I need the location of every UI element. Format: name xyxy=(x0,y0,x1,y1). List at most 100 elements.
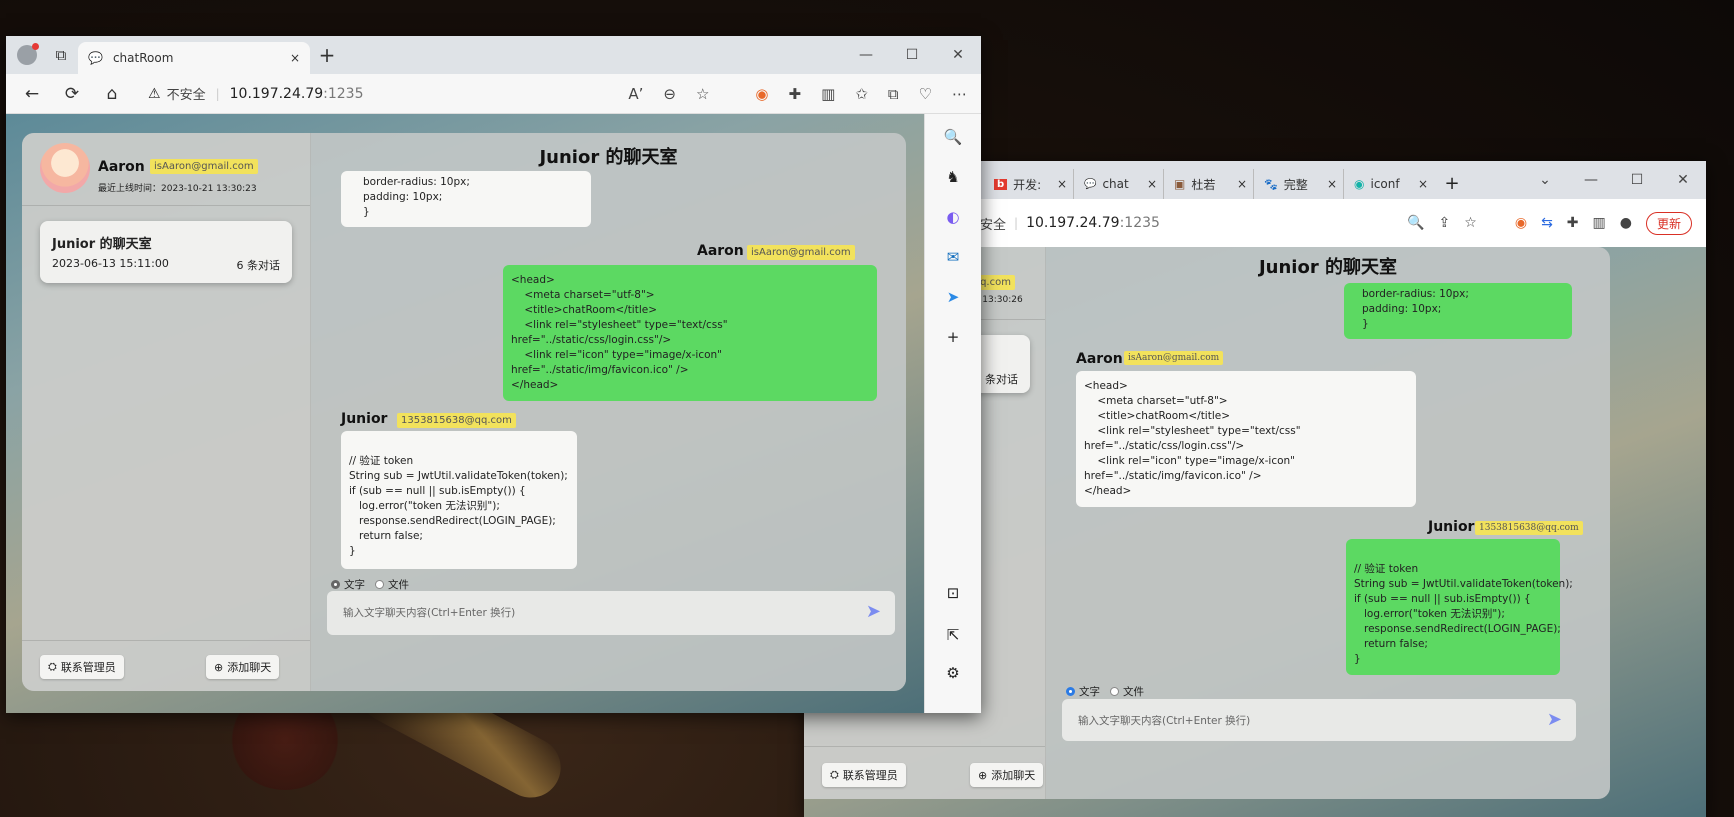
collections-icon[interactable]: ⧉ xyxy=(888,85,899,103)
maximize-button[interactable]: ☐ xyxy=(889,36,935,74)
star-icon[interactable]: ☆ xyxy=(1464,215,1477,231)
copilot-icon[interactable]: ◐ xyxy=(925,208,981,226)
close-button[interactable]: ✕ xyxy=(1660,161,1706,199)
sender-email-badge: isAaron@gmail.com xyxy=(1124,351,1224,365)
gear-icon[interactable]: ⚙ xyxy=(925,664,981,682)
sender-email-badge: 1353815638@qq.com xyxy=(397,413,516,428)
new-tab-button[interactable]: + xyxy=(310,36,344,74)
tab-strip: ⧉ 💬 chatRoom × + — ☐ ✕ xyxy=(6,36,981,74)
close-button[interactable]: ✕ xyxy=(935,36,981,74)
extensions-icon[interactable]: ✚ xyxy=(788,85,801,103)
edge-sidebar: 🔍 ♞ ◐ ✉ ➤ + ⊡ ⇱ ⚙ xyxy=(924,114,981,713)
sender-name: Aaron xyxy=(1076,351,1123,367)
screenshot-icon[interactable]: ⊡ xyxy=(925,584,981,602)
sidepanel-icon[interactable]: ▥ xyxy=(1593,215,1606,231)
address-bar: ← ⟳ ⌂ ⚠ 不安全 | 10.197.24.79:1235 Aʼ ⊖ ☆ ◉… xyxy=(6,74,981,114)
chat-bubble-icon: 💬 xyxy=(88,51,103,65)
minimize-button[interactable]: — xyxy=(843,36,889,74)
chevron-down-icon[interactable]: ⌄ xyxy=(1522,161,1568,199)
radio-label: 文件 xyxy=(1123,686,1144,698)
message-input[interactable]: 输入文字聊天内容(Ctrl+Enter 换行) ➤ xyxy=(327,591,895,635)
security-label[interactable]: 不安全 xyxy=(167,84,206,103)
workspaces-icon[interactable]: ⧉ xyxy=(44,36,78,74)
url-host[interactable]: 10.197.24.79 xyxy=(230,86,324,102)
user-email-badge: isAaron@gmail.com xyxy=(150,159,258,174)
room-name: Junior 的聊天室 xyxy=(52,237,152,252)
tab-item-chat[interactable]: 💬 chat × xyxy=(1074,169,1164,199)
url-port[interactable]: :1235 xyxy=(1120,215,1160,231)
new-tab-button[interactable]: + xyxy=(1434,173,1470,194)
sender-name: Junior xyxy=(1428,519,1475,535)
back-icon[interactable]: ← xyxy=(12,74,52,114)
chat-app-panel: Aaron isAaron@gmail.com 最近上线时间：2023-10-2… xyxy=(22,133,906,691)
tab-chatroom[interactable]: 💬 chatRoom × xyxy=(78,42,310,74)
home-icon[interactable]: ⌂ xyxy=(92,74,132,114)
chat-area: Junior 的聊天室 border-radius: 10px; padding… xyxy=(1046,247,1610,799)
message-bubble: // 验证 token String sub = JwtUtil.validat… xyxy=(341,431,577,569)
add-chat-button[interactable]: ⊕ 添加聊天 xyxy=(970,763,1044,787)
message-bubble: <head> <meta charset="utf-8"> <title>cha… xyxy=(1076,371,1416,507)
radio-selected-icon xyxy=(1066,687,1075,696)
open-external-icon[interactable]: ⇱ xyxy=(925,626,981,644)
url-host[interactable]: 10.197.24.79 xyxy=(1026,215,1120,231)
paw-icon: 🐾 xyxy=(1264,177,1278,191)
update-button[interactable]: 更新 xyxy=(1645,211,1692,235)
warning-icon[interactable]: ⚠ xyxy=(148,86,161,102)
room-card[interactable]: Junior 的聊天室 2023-06-13 15:11:00 6 条对话 xyxy=(40,221,292,283)
tab-close-icon[interactable]: × xyxy=(290,51,300,65)
input-placeholder: 输入文字聊天内容(Ctrl+Enter 换行) xyxy=(343,607,516,619)
more-icon[interactable]: ⋯ xyxy=(952,85,967,103)
mode-radio-text[interactable]: 文字 xyxy=(331,577,365,592)
tab-item-complete[interactable]: 🐾 完整 × xyxy=(1254,169,1344,199)
page-viewport: Aaron isAaron@gmail.com 最近上线时间：2023-10-2… xyxy=(6,114,924,713)
reload-icon[interactable]: ⟳ xyxy=(52,74,92,114)
read-aloud-icon[interactable]: Aʼ xyxy=(628,85,643,103)
mode-radio-file[interactable]: 文件 xyxy=(375,577,409,592)
avatar[interactable] xyxy=(40,143,90,193)
contact-admin-button[interactable]: ⛭ 联系管理员 xyxy=(40,655,124,679)
send-icon[interactable]: ➤ xyxy=(866,601,881,622)
contact-admin-button[interactable]: ⛭ 联系管理员 xyxy=(822,763,906,787)
mode-radio-file[interactable]: 文件 xyxy=(1110,684,1144,699)
favorites-icon[interactable]: ✩ xyxy=(855,85,868,103)
browser-window-main: ⧉ 💬 chatRoom × + — ☐ ✕ ← ⟳ ⌂ ⚠ 不安全 | 10.… xyxy=(6,36,981,713)
zoom-icon[interactable]: 🔍 xyxy=(1407,215,1424,231)
add-icon[interactable]: + xyxy=(925,328,981,346)
profile-icon[interactable]: ● xyxy=(1620,215,1632,231)
sender-email-badge: isAaron@gmail.com xyxy=(747,245,855,260)
message-input[interactable]: 输入文字聊天内容(Ctrl+Enter 换行) ➤ xyxy=(1062,699,1576,741)
input-placeholder: 输入文字聊天内容(Ctrl+Enter 换行) xyxy=(1078,715,1251,727)
sender-email-badge: 1353815638@qq.com xyxy=(1475,521,1583,535)
b-logo-icon: b xyxy=(994,178,1008,190)
send-to-icon[interactable]: ➤ xyxy=(925,288,981,306)
search-icon[interactable]: 🔍 xyxy=(925,128,981,146)
tab-item-dev[interactable]: b 开发: × xyxy=(984,169,1074,199)
room-date: 2023-06-13 15:11:00 xyxy=(52,257,169,270)
split-screen-icon[interactable]: ▥ xyxy=(821,85,835,103)
star-icon[interactable]: ☆ xyxy=(696,85,709,103)
puzzle-icon[interactable]: ✚ xyxy=(1567,215,1579,231)
outlook-icon[interactable]: ✉ xyxy=(925,248,981,266)
send-icon[interactable]: ➤ xyxy=(1547,709,1562,730)
extension-blue-icon[interactable]: ⇆ xyxy=(1541,215,1553,231)
mode-radio-text[interactable]: 文字 xyxy=(1066,684,1100,699)
tab-item-durou[interactable]: ▣ 杜若 × xyxy=(1164,169,1254,199)
chat-area: Junior 的聊天室 border-radius: 10px; padding… xyxy=(311,133,906,691)
profile-icon[interactable] xyxy=(10,36,44,74)
security-label[interactable]: 安全 xyxy=(980,214,1006,233)
share-icon[interactable]: ⇪ xyxy=(1439,215,1451,231)
radio-label: 文字 xyxy=(344,579,365,591)
minimize-button[interactable]: — xyxy=(1568,161,1614,199)
window-controls: ⌄ — ☐ ✕ xyxy=(1522,161,1706,199)
tab-label: 开发: xyxy=(1013,177,1042,192)
extension-orange-icon[interactable]: ◉ xyxy=(755,85,768,103)
add-chat-button[interactable]: ⊕ 添加聊天 xyxy=(206,655,280,679)
url-port[interactable]: :1235 xyxy=(323,86,363,102)
browser-essentials-icon[interactable]: ♡ xyxy=(919,85,932,103)
last-online-text: 最近上线时间：2023-10-21 13:30:23 xyxy=(98,184,257,194)
tab-item-iconfont[interactable]: ◉ iconf × xyxy=(1344,169,1434,199)
maximize-button[interactable]: ☐ xyxy=(1614,161,1660,199)
zoom-out-icon[interactable]: ⊖ xyxy=(663,85,676,103)
extension-orange-icon[interactable]: ◉ xyxy=(1515,215,1527,231)
chess-icon[interactable]: ♞ xyxy=(925,168,981,186)
